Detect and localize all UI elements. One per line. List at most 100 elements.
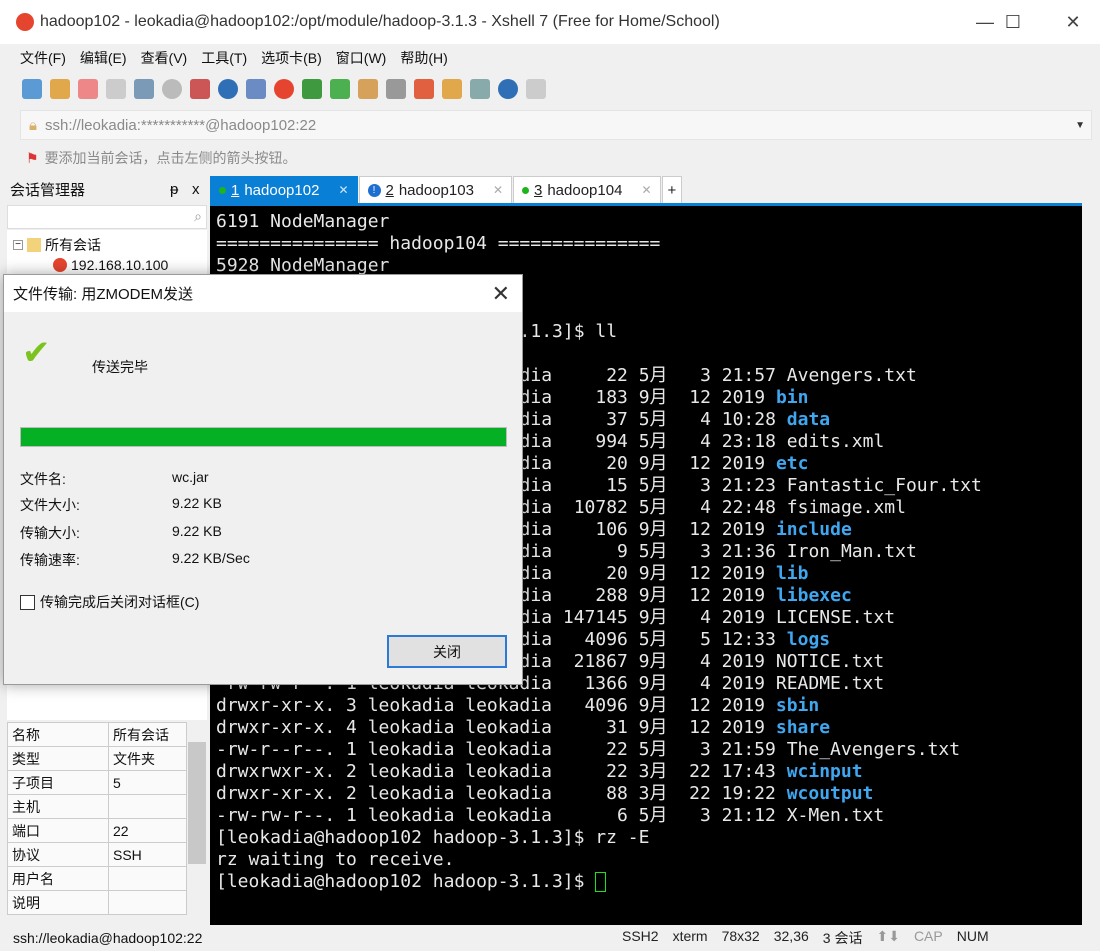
properties-scrollbar[interactable] xyxy=(187,722,207,916)
property-row[interactable]: 用户名 xyxy=(7,866,187,891)
terminal-line: 6191 NodeManager xyxy=(216,211,389,233)
search-icon[interactable] xyxy=(162,79,182,99)
line-text: [leokadia@hadoop102 hadoop-3.1.3]$ rz -E xyxy=(216,827,650,848)
property-row[interactable]: 主机 xyxy=(7,794,187,819)
close-panel-button[interactable]: x xyxy=(192,181,200,198)
new-session-icon[interactable] xyxy=(22,79,42,99)
close-tab-icon[interactable]: ✕ xyxy=(338,183,348,197)
property-name: 端口 xyxy=(7,818,109,843)
field-label: 传输速率: xyxy=(20,552,80,568)
open-folder-icon[interactable] xyxy=(50,79,70,99)
tab-number: 1 xyxy=(231,181,240,199)
directory-name: wcinput xyxy=(786,761,863,782)
property-value: SSH xyxy=(108,842,187,867)
session-nav-arrows-icon[interactable]: ⬆⬇ xyxy=(876,928,899,948)
line-text: rz waiting to receive. xyxy=(216,849,455,870)
tree-item-session[interactable]: 192.168.10.100 xyxy=(53,257,168,273)
menu-edit[interactable]: 编辑(E) xyxy=(80,48,127,68)
property-row[interactable]: 子项目 5 xyxy=(7,770,187,795)
field-label: 文件大小: xyxy=(20,497,80,513)
font-icon[interactable] xyxy=(246,79,266,99)
bookmark-arrow-icon[interactable]: ⚑ xyxy=(26,150,39,167)
add-folder-icon[interactable] xyxy=(442,79,462,99)
directory-name: bin xyxy=(775,387,809,408)
xftp-icon[interactable] xyxy=(302,79,322,99)
folder-icon xyxy=(27,238,41,252)
xshell-icon[interactable] xyxy=(274,79,294,99)
tab-hadoop102[interactable]: 1 hadoop102 ✕ xyxy=(210,176,358,203)
address-input[interactable]: ssh://leokadia:***********@hadoop102:22 xyxy=(45,117,316,134)
file-name: Iron_Man.txt xyxy=(786,541,917,562)
line-text: =============== hadoop104 ==============… xyxy=(216,233,661,254)
reconnect-icon[interactable] xyxy=(78,79,98,99)
keyboard-icon[interactable] xyxy=(386,79,406,99)
menu-tools[interactable]: 工具(T) xyxy=(201,48,247,68)
globe-icon[interactable] xyxy=(218,79,238,99)
tab-label: hadoop104 xyxy=(547,181,623,199)
property-value xyxy=(108,794,187,819)
terminal-line: [leokadia@hadoop102 hadoop-3.1.3]$ xyxy=(216,871,607,893)
property-row[interactable]: 名称 所有会话 xyxy=(7,722,187,747)
transfer-progress-bar xyxy=(20,427,507,447)
session-search-input[interactable]: ⌕ xyxy=(7,205,207,229)
transfer-icon[interactable] xyxy=(190,79,210,99)
toolbar xyxy=(0,72,1100,106)
close-after-transfer-checkbox[interactable]: 传输完成后关闭对话框(C) xyxy=(20,592,199,612)
tree-label: 192.168.10.100 xyxy=(71,257,169,273)
xshell-logo-icon xyxy=(16,13,34,31)
lock-icon[interactable] xyxy=(358,79,378,99)
status-connection: ssh://leokadia@hadoop102:22 xyxy=(13,930,203,946)
property-row[interactable]: 端口 22 xyxy=(7,818,187,843)
highlight-icon[interactable] xyxy=(414,79,434,99)
directory-name: wcoutput xyxy=(786,783,874,804)
status-bar: ssh://leokadia@hadoop102:22 SSH2 xterm 7… xyxy=(0,925,1100,951)
new-tab-button[interactable]: + xyxy=(661,176,683,203)
menu-file[interactable]: 文件(F) xyxy=(20,48,66,68)
help-icon[interactable] xyxy=(498,79,518,99)
fullscreen-icon[interactable] xyxy=(330,79,350,99)
menu-help[interactable]: 帮助(H) xyxy=(400,48,447,68)
terminal-line: [leokadia@hadoop102 hadoop-3.1.3]$ rz -E xyxy=(216,827,649,849)
checkbox-label: 传输完成后关闭对话框(C) xyxy=(40,594,200,610)
property-name: 子项目 xyxy=(7,770,109,795)
connected-icon xyxy=(219,186,226,194)
properties-icon[interactable] xyxy=(134,79,154,99)
property-row[interactable]: 协议 SSH xyxy=(7,842,187,867)
terminal-line: dia 4096 5月 5 12:33 logs xyxy=(520,629,831,651)
terminal-line: -rw-r--r--. 1 leokadia leokadia 22 5月 3 … xyxy=(216,739,960,761)
layout-icon[interactable] xyxy=(470,79,490,99)
maximize-button[interactable]: ☐ xyxy=(990,0,1036,44)
property-name: 协议 xyxy=(7,842,109,867)
menu-tabs[interactable]: 选项卡(B) xyxy=(261,48,322,68)
property-row[interactable]: 类型 文件夹 xyxy=(7,746,187,771)
terminal-line: rz waiting to receive. xyxy=(216,849,454,871)
property-value xyxy=(108,866,187,891)
pin-icon[interactable]: ᵽ xyxy=(170,181,178,198)
address-bar[interactable]: 🔒︎ ssh://leokadia:***********@hadoop102:… xyxy=(20,110,1092,140)
collapse-icon[interactable]: − xyxy=(13,240,23,250)
checkmark-icon: ✔ xyxy=(22,334,51,372)
disconnect-icon[interactable] xyxy=(106,79,126,99)
terminal-scrollbar[interactable] xyxy=(1082,203,1100,925)
tab-hadoop103[interactable]: ! 2 hadoop103 ✕ xyxy=(358,176,512,203)
tab-number: 2 xyxy=(385,181,394,199)
session-manager-title: 会话管理器 xyxy=(10,181,86,199)
zmodem-transfer-dialog: 文件传输: 用ZMODEM发送 ✕ ✔ 传送完毕 文件名: wc.jar 文件大… xyxy=(3,274,523,685)
tree-label: 所有会话 xyxy=(45,237,101,253)
tree-item-all-sessions[interactable]: − 所有会话 xyxy=(13,235,101,255)
close-tab-icon[interactable]: ✕ xyxy=(641,183,651,197)
chevron-down-icon[interactable]: ▼ xyxy=(1075,120,1085,131)
close-tab-icon[interactable]: ✕ xyxy=(493,183,503,197)
file-name: edits.xml xyxy=(786,431,885,452)
chat-icon[interactable] xyxy=(526,79,546,99)
close-button[interactable]: 关闭 xyxy=(387,635,507,668)
line-text: drwxr-xr-x. 4 leokadia leokadia 31 9月 12… xyxy=(216,717,776,738)
dialog-close-icon[interactable]: ✕ xyxy=(492,281,510,307)
tab-hadoop104[interactable]: 3 hadoop104 ✕ xyxy=(513,176,661,203)
transfer-status: 传送完毕 xyxy=(92,359,148,375)
property-row[interactable]: 说明 xyxy=(7,890,187,915)
menu-view[interactable]: 查看(V) xyxy=(141,48,188,68)
menu-window[interactable]: 窗口(W) xyxy=(336,48,387,68)
close-window-button[interactable]: ✕ xyxy=(1050,0,1096,44)
checkbox[interactable] xyxy=(20,594,35,610)
